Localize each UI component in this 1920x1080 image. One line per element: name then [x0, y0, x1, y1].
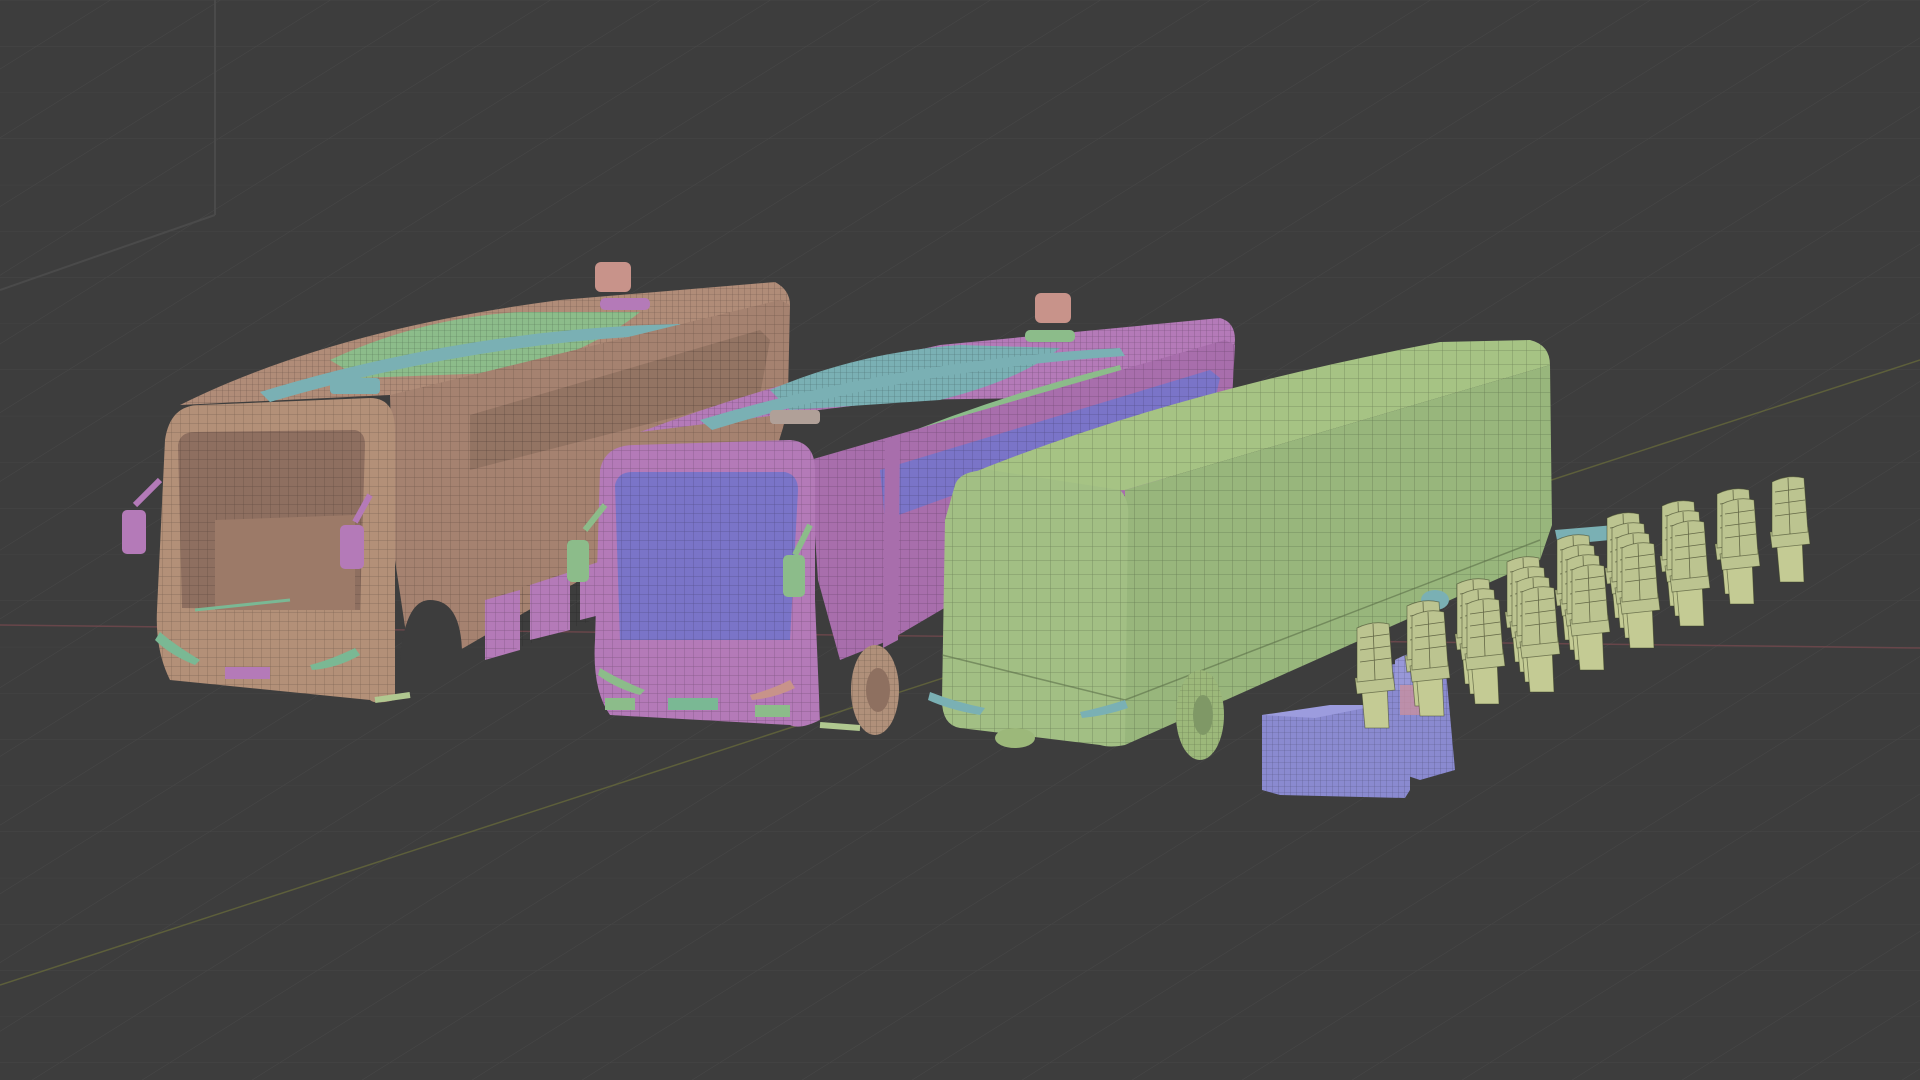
3d-viewport[interactable] — [0, 0, 1920, 1080]
viewport-canvas[interactable] — [0, 0, 1920, 1080]
